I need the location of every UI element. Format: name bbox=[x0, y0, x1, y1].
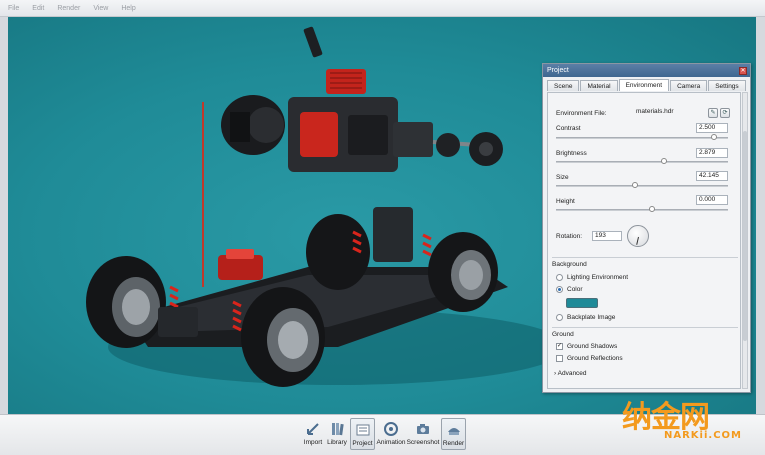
rotation-label: Rotation: bbox=[556, 233, 583, 240]
background-color-swatch[interactable] bbox=[566, 298, 598, 308]
tab-camera[interactable]: Camera bbox=[670, 80, 708, 91]
size-slider[interactable] bbox=[556, 185, 728, 187]
render-icon bbox=[447, 428, 460, 435]
library-button[interactable]: Library bbox=[326, 418, 348, 450]
contrast-field[interactable]: 2.500 bbox=[696, 123, 728, 133]
tab-material[interactable]: Material bbox=[580, 80, 618, 91]
panel-tabs: Scene Material Environment Camera Settin… bbox=[547, 79, 747, 92]
panel-scrollbar[interactable] bbox=[742, 92, 748, 389]
menu-file[interactable]: File bbox=[8, 5, 19, 12]
height-slider-handle[interactable] bbox=[649, 206, 656, 212]
contrast-slider-handle[interactable] bbox=[711, 134, 718, 140]
screenshot-button[interactable]: Screenshot bbox=[407, 418, 439, 450]
brightness-field[interactable]: 2.879 bbox=[696, 148, 728, 158]
size-label: Size bbox=[556, 174, 569, 181]
library-label: Library bbox=[327, 439, 347, 446]
advanced-expander[interactable]: › Advanced bbox=[554, 370, 587, 377]
background-section-title: Background bbox=[552, 261, 587, 268]
size-field[interactable]: 42.145 bbox=[696, 171, 728, 181]
chevron-right-icon: › bbox=[554, 370, 557, 377]
render-button[interactable]: Render bbox=[441, 418, 466, 450]
lighting-environment-label: Lighting Environment bbox=[567, 274, 629, 281]
refresh-icon[interactable]: ⟳ bbox=[720, 108, 730, 118]
ground-section-title: Ground bbox=[552, 331, 574, 338]
import-button[interactable]: Import bbox=[302, 418, 324, 450]
rotation-field[interactable]: 193 bbox=[592, 231, 622, 241]
radio-color[interactable] bbox=[556, 286, 563, 293]
advanced-label: Advanced bbox=[557, 370, 587, 377]
scrollbar-thumb[interactable] bbox=[743, 131, 747, 341]
contrast-label: Contrast bbox=[556, 125, 581, 132]
project-button[interactable]: Project bbox=[350, 418, 375, 450]
radio-lighting-environment[interactable] bbox=[556, 274, 563, 281]
app-window: File Edit Render View Help Project ✕ Sce… bbox=[0, 0, 765, 455]
animation-icon bbox=[384, 422, 398, 436]
ground-reflections-checkbox[interactable] bbox=[556, 355, 563, 362]
size-slider-handle[interactable] bbox=[632, 182, 639, 188]
ground-reflections-label: Ground Reflections bbox=[567, 355, 623, 362]
watermark-en-text: NARKii.COM bbox=[664, 430, 743, 441]
panel-title: Project bbox=[547, 67, 569, 74]
rotation-dial[interactable] bbox=[627, 225, 649, 247]
dial-pointer-icon bbox=[636, 236, 639, 245]
tab-environment[interactable]: Environment bbox=[618, 79, 670, 91]
environment-file-field[interactable]: materials.hdr bbox=[634, 108, 706, 118]
edit-file-icon[interactable]: ✎ bbox=[708, 108, 718, 118]
screenshot-label: Screenshot bbox=[406, 439, 440, 446]
ground-shadows-checkbox[interactable]: ✓ bbox=[556, 343, 563, 350]
brightness-slider-handle[interactable] bbox=[661, 158, 668, 164]
animation-label: Animation bbox=[376, 439, 406, 446]
tab-scene[interactable]: Scene bbox=[547, 80, 580, 91]
project-panel: Project ✕ Scene Material Environment Cam… bbox=[542, 63, 751, 393]
environment-file-label: Environment File: bbox=[556, 110, 607, 117]
divider bbox=[552, 257, 738, 258]
project-label: Project bbox=[352, 440, 373, 447]
menu-bar: File Edit Render View Help bbox=[0, 0, 765, 17]
backplate-image-label: Backplate Image bbox=[567, 314, 616, 321]
render-label: Render bbox=[442, 440, 465, 447]
panel-titlebar[interactable]: Project ✕ bbox=[543, 64, 750, 77]
menu-view[interactable]: View bbox=[93, 5, 108, 12]
menu-help[interactable]: Help bbox=[121, 5, 135, 12]
close-icon[interactable]: ✕ bbox=[739, 66, 747, 75]
height-slider[interactable] bbox=[556, 209, 728, 211]
divider bbox=[552, 327, 738, 328]
contrast-slider[interactable] bbox=[556, 137, 728, 139]
import-label: Import bbox=[303, 439, 323, 446]
project-icon bbox=[356, 424, 369, 436]
screenshot-icon bbox=[417, 424, 429, 434]
brightness-slider[interactable] bbox=[556, 161, 728, 163]
tab-settings[interactable]: Settings bbox=[708, 80, 746, 91]
animation-button[interactable]: Animation bbox=[377, 418, 405, 450]
color-label: Color bbox=[567, 286, 583, 293]
height-field[interactable]: 0.000 bbox=[696, 195, 728, 205]
radio-backplate-image[interactable] bbox=[556, 314, 563, 321]
ground-shadows-label: Ground Shadows bbox=[567, 343, 618, 350]
watermark-logo: 纳金网 NARKii.COM bbox=[622, 392, 762, 452]
height-label: Height bbox=[556, 198, 575, 205]
environment-tab-content: Environment File: materials.hdr ✎ ⟳ Cont… bbox=[547, 92, 741, 389]
menu-edit[interactable]: Edit bbox=[32, 5, 44, 12]
menu-render[interactable]: Render bbox=[57, 5, 80, 12]
brightness-label: Brightness bbox=[556, 150, 587, 157]
import-icon bbox=[307, 423, 319, 435]
library-icon bbox=[332, 423, 344, 436]
